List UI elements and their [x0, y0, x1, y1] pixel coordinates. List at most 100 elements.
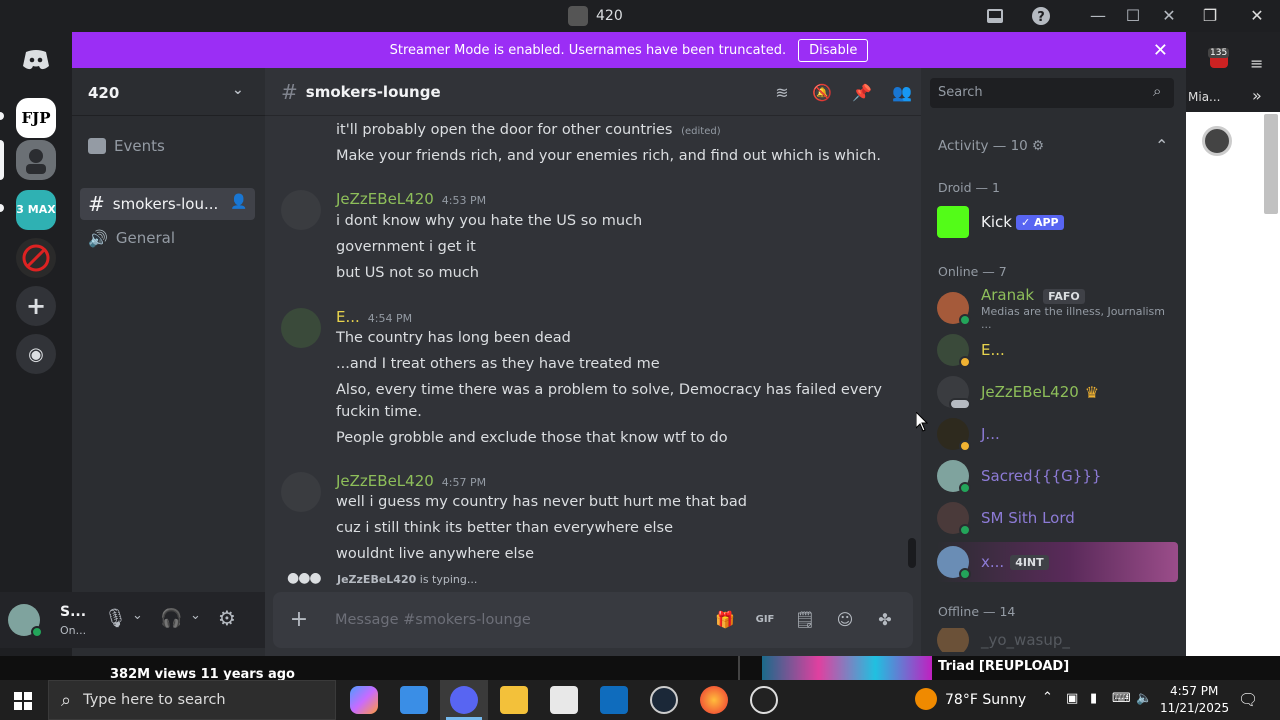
close-icon[interactable]: ✕ — [1159, 6, 1179, 26]
message-text: i dont know why you hate the US so much — [336, 213, 643, 229]
network-icon[interactable]: ⌨ — [1112, 691, 1131, 706]
pin-icon[interactable]: 📌 — [851, 82, 873, 104]
svg-text:?: ? — [1037, 10, 1045, 25]
add-member-icon[interactable]: 👤 — [230, 194, 247, 210]
video-thumbnail[interactable] — [762, 656, 932, 680]
threads-icon[interactable]: ≋ — [771, 82, 793, 104]
chevron-down-icon[interactable]: ⌄ — [132, 608, 143, 623]
avatar[interactable] — [281, 308, 321, 348]
server-fjp[interactable]: FJP — [16, 98, 56, 138]
member-item[interactable]: Aranak FAFO Medias are the illness, Jour… — [937, 286, 1177, 331]
add-server-icon[interactable]: + — [16, 286, 56, 326]
maximize-icon[interactable]: ☐ — [1123, 6, 1143, 26]
message-author[interactable]: E... 4:54 PM — [336, 308, 412, 326]
taskbar-search[interactable]: ⌕ Type here to search — [48, 680, 336, 720]
inbox-icon[interactable] — [985, 6, 1005, 26]
weather-icon[interactable] — [915, 688, 937, 710]
notifications-icon[interactable]: 🗨 — [1238, 690, 1258, 709]
tray-icon[interactable]: ▣ — [1066, 691, 1078, 706]
gear-icon[interactable]: ⚙ — [1032, 138, 1044, 154]
mute-icon[interactable]: 🔕 — [811, 82, 833, 104]
message-text: fuckin time. — [336, 404, 422, 420]
member-item[interactable]: x... 4INT — [937, 542, 1178, 582]
video-title[interactable]: Triad [REUPLOAD] — [938, 659, 1069, 674]
online-header: Online — 7 — [938, 264, 1007, 279]
discover-icon[interactable]: ◉ — [16, 334, 56, 374]
chevron-up-icon[interactable]: ⌃ — [1155, 136, 1168, 155]
message-author[interactable]: JeZzEBeL420 4:57 PM — [336, 472, 486, 490]
emoji-icon[interactable]: ☺ — [833, 608, 857, 632]
gear-icon[interactable]: ⚙ — [218, 606, 236, 630]
volume-icon[interactable]: 🔈 — [1136, 691, 1152, 706]
search-icon[interactable]: ⌕ — [1153, 82, 1161, 100]
avatar[interactable] — [281, 472, 321, 512]
title-bar: 420 ? — ☐ ✕ ❐ ✕ — [0, 0, 1280, 32]
close-icon[interactable]: ✕ — [1153, 40, 1168, 61]
server-header[interactable]: 420 ⌄ — [72, 68, 265, 116]
calendar-icon — [88, 138, 106, 154]
sidebar-item-events[interactable]: Events — [80, 130, 255, 162]
battery-icon[interactable]: ▮ — [1090, 691, 1097, 706]
member-item[interactable]: _yo_wasup_ — [937, 628, 1177, 652]
minimize-icon[interactable]: — — [1088, 6, 1108, 26]
add-attachment-icon[interactable]: + — [287, 608, 311, 632]
clock-date[interactable]: 11/21/2025 — [1160, 701, 1229, 715]
weather-text[interactable]: 78°F Sunny — [945, 692, 1026, 708]
role-tag: 4INT — [1010, 554, 1049, 570]
server-no-covid[interactable] — [16, 238, 56, 278]
message-input[interactable]: Message #smokers-lounge — [335, 612, 531, 628]
obs-icon[interactable] — [750, 686, 778, 714]
member-item[interactable]: Kick ✓ APP — [937, 204, 1177, 240]
server-3max[interactable]: 3 MAX — [16, 190, 56, 230]
member-list-icon[interactable]: 👥 — [891, 82, 913, 104]
close-icon[interactable]: ✕ — [1247, 6, 1267, 26]
hashtag-icon: # — [281, 79, 298, 104]
message-author[interactable]: JeZzEBeL420 4:53 PM — [336, 190, 486, 208]
app-icon[interactable] — [400, 686, 428, 714]
window-title: 420 — [568, 6, 623, 26]
menu-icon[interactable]: ≡ — [1250, 54, 1263, 73]
chevron-down-icon[interactable]: ⌄ — [190, 608, 201, 623]
message-text: Also, every time there was a problem to … — [336, 382, 882, 398]
member-item[interactable]: J... — [937, 416, 1177, 452]
windows-start-icon[interactable] — [14, 692, 32, 714]
member-list: Search ⌕ Activity — 10 ⚙ ⌃ Droid — 1 Kic… — [921, 68, 1186, 656]
copilot-icon[interactable] — [350, 686, 378, 714]
headphones-icon[interactable]: 🎧 — [160, 608, 182, 629]
member-item[interactable]: SM Sith Lord — [937, 500, 1177, 536]
discord-home-icon[interactable] — [16, 40, 56, 80]
activity-header[interactable]: Activity — 10 ⚙ — [938, 138, 1044, 154]
browser-tab[interactable]: Mia... — [1188, 90, 1220, 104]
sidebar-item-general[interactable]: 🔊 General — [80, 222, 255, 254]
profile-avatar[interactable] — [1202, 126, 1232, 156]
member-item[interactable]: Sacred{{{G}}} — [937, 458, 1177, 494]
scrollbar[interactable] — [908, 538, 916, 568]
disable-button[interactable]: Disable — [798, 38, 869, 62]
chevron-right-icon[interactable]: » — [1252, 86, 1262, 105]
apps-icon[interactable]: ✤ — [873, 608, 897, 632]
help-icon[interactable]: ? — [1031, 6, 1051, 26]
clock-time[interactable]: 4:57 PM — [1170, 684, 1218, 698]
chevron-up-icon[interactable]: ⌃ — [1042, 690, 1053, 705]
member-item[interactable]: E... — [937, 332, 1177, 368]
file-explorer-icon[interactable] — [500, 686, 528, 714]
discord-icon[interactable] — [450, 686, 478, 714]
gift-icon[interactable]: 🎁 — [713, 608, 737, 632]
firefox-icon[interactable] — [700, 686, 728, 714]
member-item[interactable]: JeZzEBeL420 ♛ — [937, 374, 1177, 410]
gif-icon[interactable]: GIF — [753, 608, 777, 632]
search-input[interactable]: Search — [930, 78, 1174, 108]
sticker-icon[interactable]: 🗒 — [793, 608, 817, 632]
scrollbar[interactable] — [1264, 114, 1278, 214]
message-composer[interactable]: + Message #smokers-lounge 🎁 GIF 🗒 ☺ ✤ — [273, 592, 913, 648]
store-icon[interactable] — [550, 686, 578, 714]
microphone-icon[interactable]: 🎙 — [104, 608, 127, 629]
sidebar-item-smokers-lounge[interactable]: # smokers-lou... 👤 — [80, 188, 255, 220]
custom-status: Medias are the illness, Journalism ... — [981, 305, 1166, 331]
steam-icon[interactable] — [650, 686, 678, 714]
avatar[interactable] — [281, 190, 321, 230]
mail-icon[interactable] — [600, 686, 628, 714]
server-420[interactable] — [16, 140, 56, 180]
message-text: well i guess my country has never butt h… — [336, 494, 747, 510]
restore-icon[interactable]: ❐ — [1200, 6, 1220, 26]
